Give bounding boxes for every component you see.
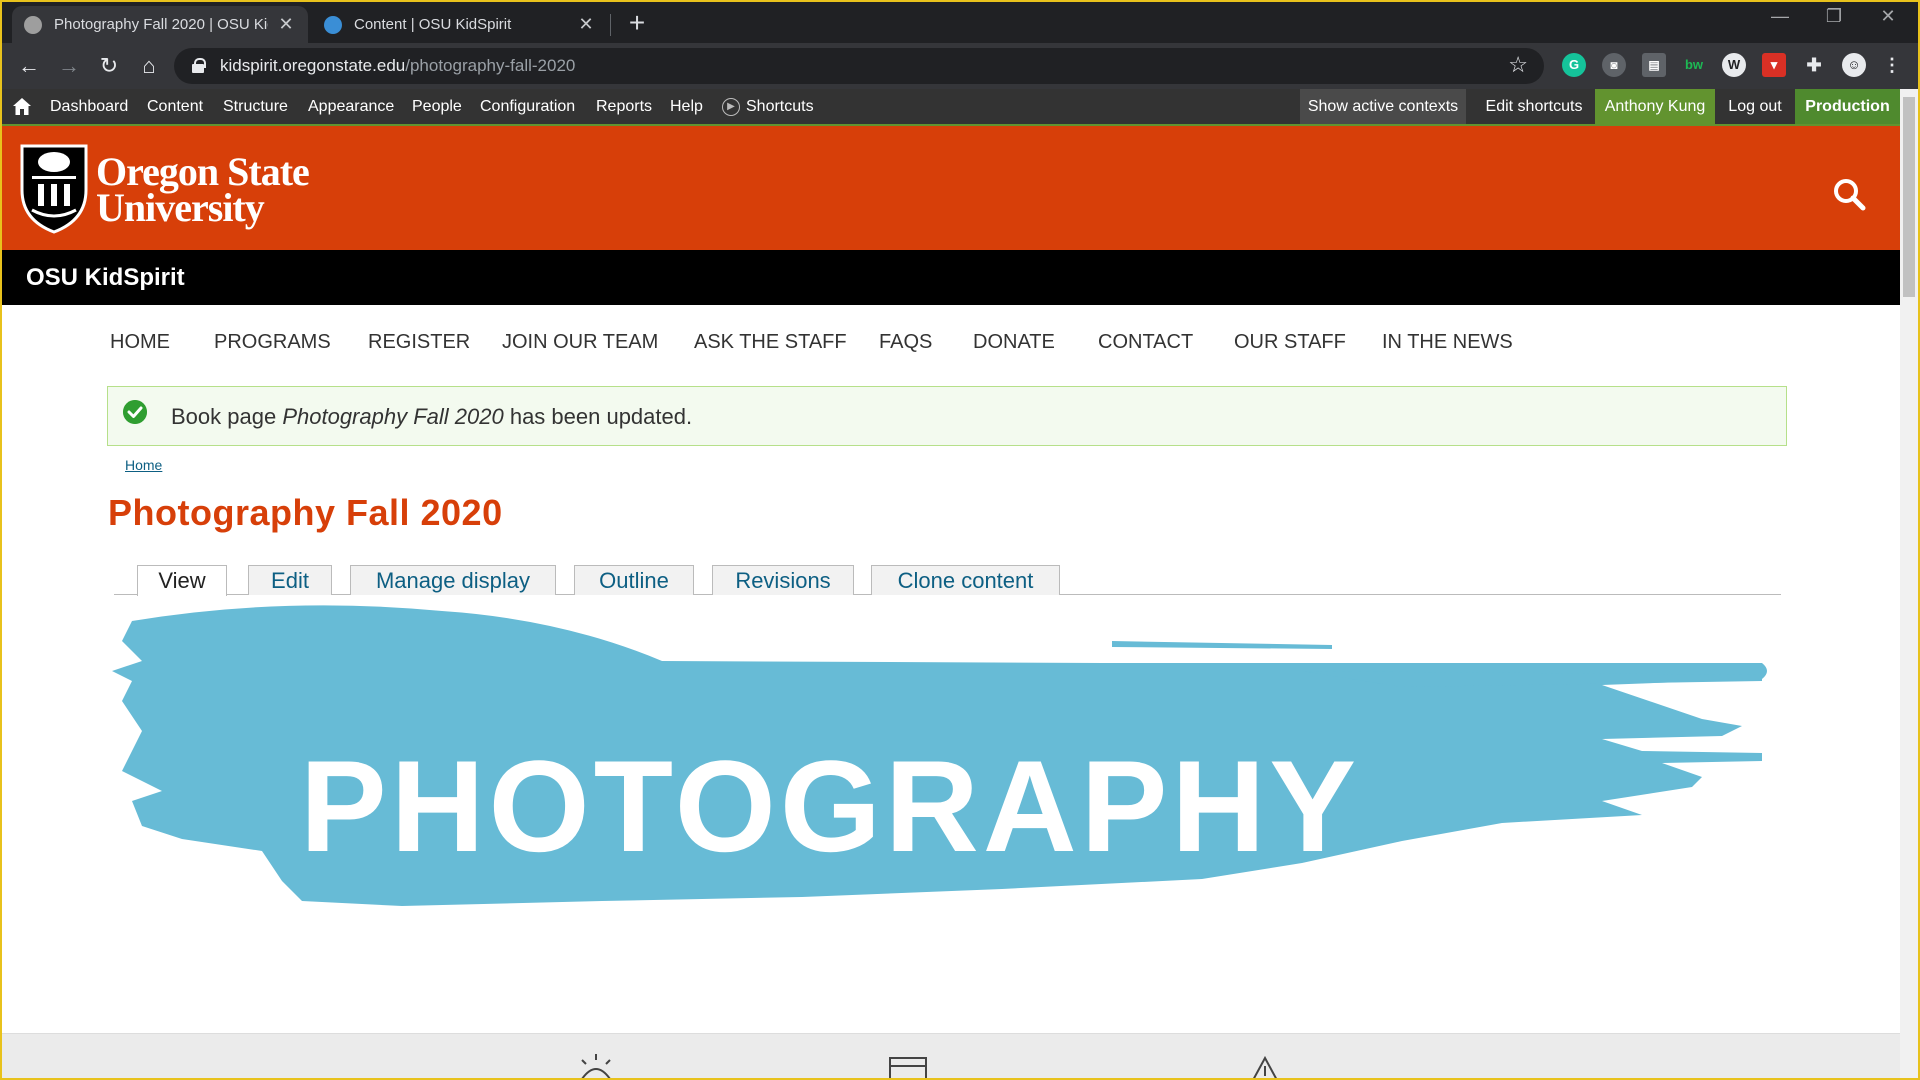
admin-item-reports[interactable]: Reports — [596, 89, 652, 124]
address-bar[interactable]: kidspirit.oregonstate.edu/photography-fa… — [174, 48, 1544, 84]
nav-item-ask-the-staff[interactable]: ASK THE STAFF — [694, 331, 847, 354]
nav-item-faqs[interactable]: FAQS — [879, 331, 932, 354]
osu-wordmark[interactable]: Oregon State University — [96, 152, 310, 230]
site-name-bar: OSU KidSpirit — [2, 250, 1900, 305]
status-prefix: Book page — [171, 404, 277, 429]
photography-banner-image: PHOTOGRAPHY — [102, 601, 1802, 1001]
edit-shortcuts-link[interactable]: Edit shortcuts — [1473, 89, 1595, 124]
url-path: /photography-fall-2020 — [405, 56, 576, 75]
menu-dots-icon[interactable]: ⋮ — [1880, 53, 1904, 77]
nav-item-register[interactable]: REGISTER — [368, 331, 470, 354]
url-host: kidspirit.oregonstate.edu — [220, 56, 406, 75]
site-favicon-icon — [324, 15, 342, 34]
shortcuts-label: Shortcuts — [746, 98, 814, 115]
nav-item-home[interactable]: HOME — [110, 331, 170, 354]
site-header: Oregon State University — [2, 126, 1900, 250]
browser-toolbar: ← → ↻ ⌂ kidspirit.oregonstate.edu/photog… — [2, 43, 1918, 89]
restore-icon[interactable]: ❐ — [1814, 6, 1854, 27]
tab-strip: Photography Fall 2020 | OSU KidSpirit ✕ … — [2, 2, 1918, 43]
warning-icon — [1253, 1056, 1277, 1078]
wordmark-line2: University — [96, 185, 265, 230]
browser-tab-active[interactable]: Photography Fall 2020 | OSU KidSpirit ✕ — [12, 6, 308, 43]
banner-text: PHOTOGRAPHY — [300, 733, 1360, 879]
feature-icons-strip — [2, 1033, 1900, 1078]
show-active-contexts-button[interactable]: Show active contexts — [1300, 89, 1466, 124]
grammarly-icon[interactable]: G — [1562, 53, 1586, 77]
banner-text-layer: PHOTOGRAPHY — [300, 733, 1360, 879]
bw-icon[interactable]: bw — [1682, 53, 1706, 77]
browser-window: Photography Fall 2020 | OSU KidSpirit ✕ … — [0, 0, 1920, 1080]
home-icon[interactable] — [13, 98, 31, 115]
printer-icon[interactable]: ▤ — [1642, 53, 1666, 77]
status-text: Book page Photography Fall 2020 has been… — [171, 404, 692, 430]
admin-item-appearance[interactable]: Appearance — [308, 89, 394, 124]
tab-clone-content[interactable]: Clone content — [871, 565, 1060, 595]
puzzle-icon[interactable]: ✚ — [1802, 53, 1826, 77]
tab-title: Photography Fall 2020 | OSU KidSpirit — [54, 16, 268, 33]
site-favicon-icon — [24, 15, 42, 34]
admin-item-people[interactable]: People — [412, 89, 462, 124]
nav-item-in-the-news[interactable]: IN THE NEWS — [1382, 331, 1513, 354]
forward-icon[interactable]: → — [54, 51, 84, 81]
new-tab-icon[interactable]: + — [622, 8, 652, 38]
reload-icon[interactable]: ↻ — [94, 51, 124, 81]
tab-edit[interactable]: Edit — [248, 565, 332, 595]
page-title: Photography Fall 2020 — [108, 492, 503, 533]
close-tab-icon[interactable]: ✕ — [276, 14, 296, 35]
profile-icon[interactable]: ☺ — [1842, 53, 1866, 77]
admin-item-dashboard[interactable]: Dashboard — [50, 89, 128, 124]
user-account-link[interactable]: Anthony Kung — [1595, 89, 1715, 124]
admin-toolbar: Dashboard Content Structure Appearance P… — [2, 89, 1900, 126]
nav-item-our-staff[interactable]: OUR STAFF — [1234, 331, 1346, 354]
close-tab-icon[interactable]: ✕ — [576, 14, 596, 35]
w-icon[interactable]: W — [1722, 53, 1746, 77]
back-icon[interactable]: ← — [14, 51, 44, 81]
admin-item-shortcuts[interactable]: ▶ Shortcuts — [722, 89, 814, 124]
tab-view[interactable]: View — [137, 565, 227, 596]
check-icon — [123, 400, 147, 424]
shortcuts-icon: ▶ — [722, 97, 740, 116]
nav-item-donate[interactable]: DONATE — [973, 331, 1055, 354]
close-icon[interactable]: ✕ — [1868, 6, 1908, 27]
nav-item-contact[interactable]: CONTACT — [1098, 331, 1193, 354]
tab-outline[interactable]: Outline — [574, 565, 694, 595]
bookmark-star-icon[interactable]: ☆ — [1508, 52, 1528, 78]
status-node-title: Photography Fall 2020 — [282, 404, 504, 429]
page-scrollbar[interactable] — [1900, 89, 1918, 1078]
calendar-icon — [889, 1057, 927, 1078]
logout-link[interactable]: Log out — [1715, 89, 1795, 124]
shield-icon[interactable]: ▾ — [1762, 53, 1786, 77]
status-suffix: has been updated. — [509, 404, 693, 429]
tab-divider — [610, 14, 611, 36]
environment-indicator: Production — [1795, 89, 1900, 124]
tab-revisions[interactable]: Revisions — [712, 565, 854, 595]
minimize-icon[interactable]: — — [1760, 6, 1800, 27]
main-navigation: HOME PROGRAMS REGISTER JOIN OUR TEAM ASK… — [2, 331, 1900, 371]
tab-manage-display[interactable]: Manage display — [350, 565, 556, 595]
home-icon[interactable]: ⌂ — [134, 51, 164, 81]
browser-tab[interactable]: Content | OSU KidSpirit ✕ — [312, 6, 608, 43]
admin-item-content[interactable]: Content — [147, 89, 203, 124]
site-name-link[interactable]: OSU KidSpirit — [26, 264, 185, 292]
admin-item-configuration[interactable]: Configuration — [480, 89, 575, 124]
page-viewport: Dashboard Content Structure Appearance P… — [2, 89, 1900, 1078]
admin-item-help[interactable]: Help — [670, 89, 703, 124]
lock-icon — [192, 58, 206, 73]
tab-title: Content | OSU KidSpirit — [354, 16, 512, 33]
nav-item-programs[interactable]: PROGRAMS — [214, 331, 331, 354]
scrollbar-thumb[interactable] — [1903, 97, 1915, 297]
osu-logo-icon[interactable] — [18, 140, 90, 234]
breadcrumb-home[interactable]: Home — [125, 457, 162, 473]
status-message: Book page Photography Fall 2020 has been… — [107, 386, 1787, 446]
url-text: kidspirit.oregonstate.edu/photography-fa… — [220, 56, 575, 76]
camera-icon[interactable]: ◙ — [1602, 53, 1626, 77]
sun-icon — [581, 1054, 611, 1078]
search-icon[interactable] — [1832, 177, 1866, 211]
nav-item-join-our-team[interactable]: JOIN OUR TEAM — [502, 331, 658, 354]
admin-item-structure[interactable]: Structure — [223, 89, 288, 124]
